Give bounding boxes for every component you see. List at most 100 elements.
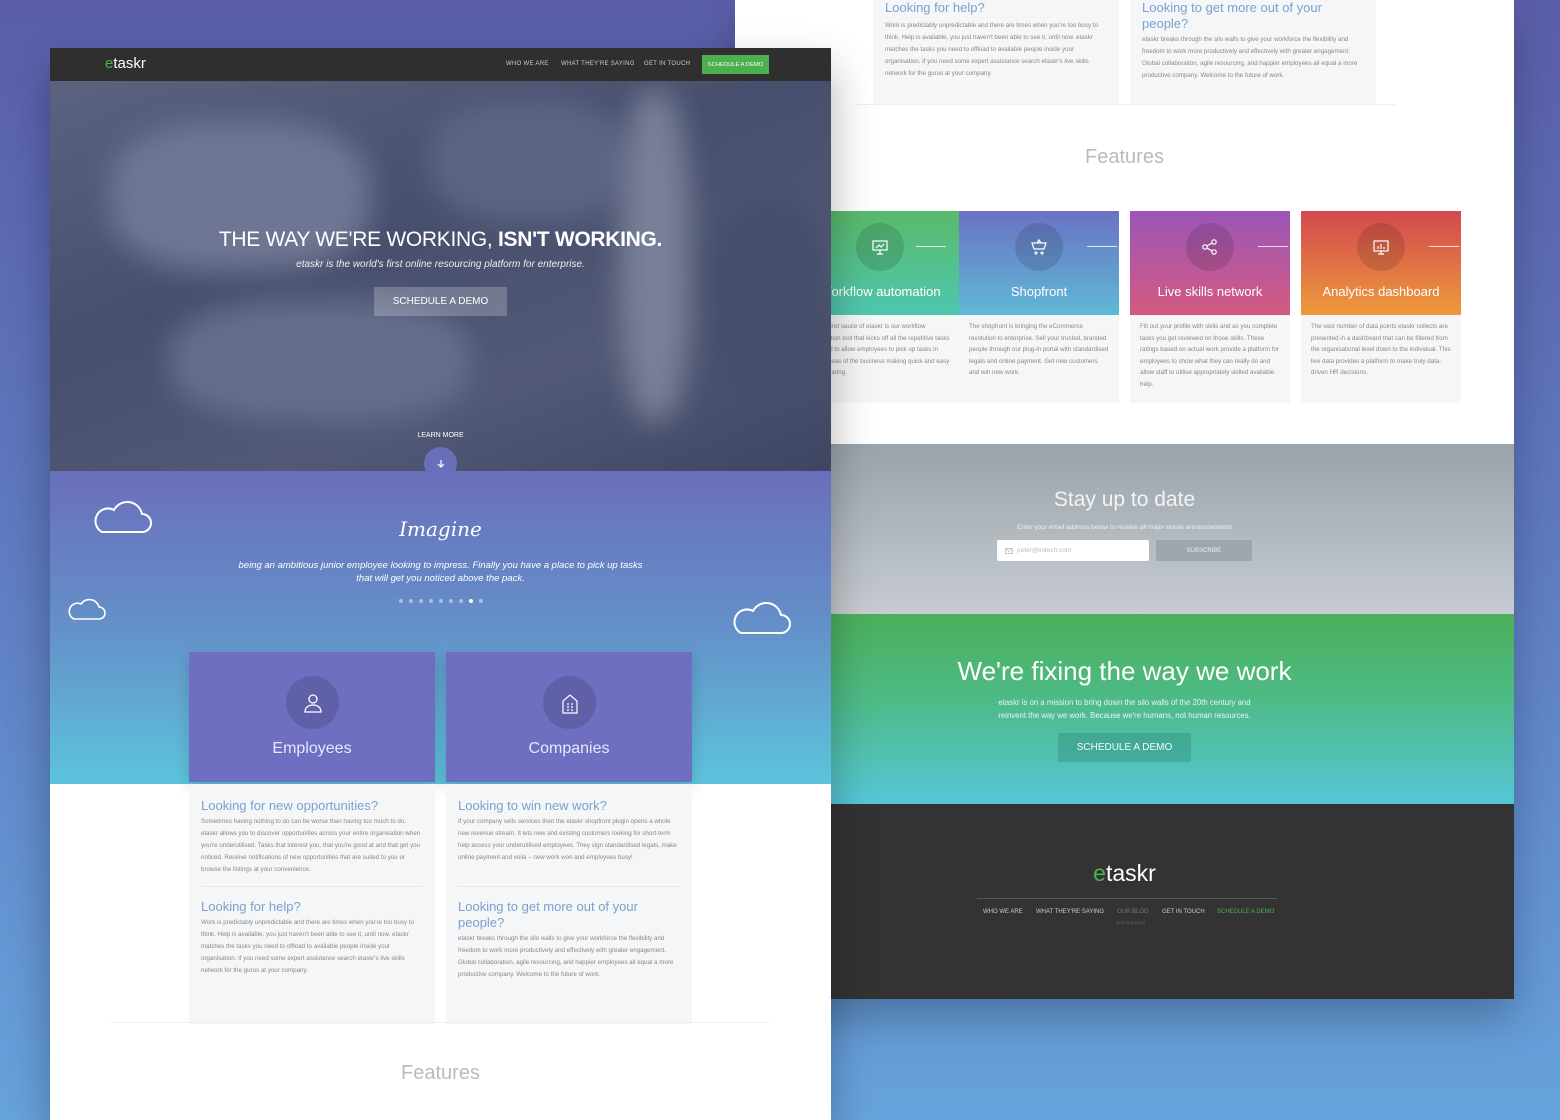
carousel-dot[interactable] — [408, 599, 413, 603]
logo-e: e — [1093, 860, 1106, 886]
mail-icon — [1005, 547, 1013, 554]
card-title: Companies — [528, 740, 610, 757]
people-title: Looking to get more out of your people? — [458, 899, 638, 930]
mission-title: We're fixing the way we work — [957, 656, 1292, 686]
scroll-down-button[interactable] — [424, 447, 457, 480]
opportunities-text: Sometimes having nothing to do can be wo… — [201, 818, 421, 873]
hero-section: THE WAY WE'RE WORKING, ISN'T WORKING. et… — [50, 81, 831, 471]
footer-link-demo[interactable]: SCHEDULE A DEMO — [1217, 909, 1274, 915]
hero-schedule-demo-button[interactable]: SCHEDULE A DEMO — [374, 287, 507, 316]
imagine-title: Imagine — [399, 517, 482, 541]
connector-line — [916, 246, 946, 247]
subscribe-button[interactable]: SUBSCRIBE — [1156, 540, 1252, 561]
divider — [201, 886, 423, 887]
chart-icon — [1357, 223, 1405, 271]
logo-text: taskr — [1105, 860, 1156, 886]
hero-title: THE WAY WE'RE WORKING, ISN'T WORKING. — [50, 228, 831, 252]
email-field[interactable]: peter@initech.com — [997, 540, 1149, 561]
carousel-dot[interactable] — [428, 599, 433, 603]
carousel-dot[interactable] — [478, 599, 483, 603]
right-page-mockup: Looking for help? Work is predictably un… — [735, 0, 1514, 999]
mission-demo-button[interactable]: SCHEDULE A DEMO — [1058, 733, 1191, 762]
learn-more-label[interactable]: LEARN MORE — [50, 432, 831, 439]
feature-name: Live skills network — [1157, 284, 1263, 299]
hero-title-light: THE WAY WE'RE WORKING, — [218, 228, 493, 251]
feature-card-skills[interactable]: Live skills network — [1130, 211, 1290, 315]
share-icon — [1186, 223, 1234, 271]
coming-soon-label: (Coming soon) — [1116, 920, 1146, 925]
hero-overlay — [50, 81, 831, 471]
help-title: Looking for help? — [885, 0, 985, 15]
features-heading: Features — [401, 1062, 480, 1084]
connector-line — [1258, 246, 1288, 247]
carousel-dot[interactable] — [418, 599, 423, 603]
carousel-dot[interactable] — [468, 599, 473, 603]
companies-card[interactable]: Companies — [446, 652, 692, 782]
mission-section: We're fixing the way we work etaskr is o… — [735, 614, 1514, 804]
logo-text: taskr — [113, 55, 146, 72]
newsletter-subtitle: Enter your email address below to receiv… — [1017, 524, 1232, 531]
connector-line — [1087, 246, 1117, 247]
win-work-title: Looking to win new work? — [458, 798, 607, 813]
building-icon — [543, 676, 596, 729]
card-notch — [560, 652, 578, 661]
people-text: etaskr breaks through the silo walls to … — [458, 935, 674, 978]
nav-get-in-touch[interactable]: GET IN TOUCH — [644, 61, 690, 67]
mission-line-2: reinvent the way we work. Because we're … — [998, 711, 1251, 720]
companies-column: Looking to win new work? If your company… — [446, 784, 692, 1024]
carousel-dot[interactable] — [458, 599, 463, 603]
nav-what-theyre-saying[interactable]: WHAT THEY'RE SAYING — [561, 61, 635, 67]
opportunities-title: Looking for new opportunities? — [201, 798, 379, 813]
win-work-text: If your company sells services then the … — [458, 818, 677, 861]
newsletter-title: Stay up to date — [1053, 488, 1196, 511]
user-icon — [286, 676, 339, 729]
carousel-dots — [50, 599, 831, 603]
divider — [458, 886, 680, 887]
footer-link-saying[interactable]: WHAT THEY'RE SAYING — [1036, 909, 1104, 915]
top-nav: etaskr WHO WE ARE WHAT THEY'RE SAYING GE… — [50, 48, 831, 81]
card-notch — [304, 652, 322, 661]
help-text: Work is predictably unpredictable and th… — [885, 22, 1098, 77]
footer-link-blog: OUR BLOG — [1117, 909, 1149, 915]
help-text: Work is predictably unpredictable and th… — [201, 919, 414, 974]
feature-card-analytics[interactable]: Analytics dashboard — [1301, 211, 1461, 315]
footer-logo[interactable]: etaskr — [735, 860, 1514, 887]
people-title: Looking to get more out of your people? — [1142, 0, 1322, 31]
footer-link-contact[interactable]: GET IN TOUCH — [1162, 909, 1205, 915]
imagine-line-1: being an ambitious junior employee looki… — [238, 560, 643, 571]
carousel-dot[interactable] — [398, 599, 403, 603]
footer: etaskr WHO WE ARE WHAT THEY'RE SAYING OU… — [735, 804, 1514, 999]
hero-title-bold: ISN'T WORKING. — [497, 228, 663, 251]
imagine-section: Imagine being an ambitious junior employ… — [50, 471, 831, 784]
imagine-line-2: that will get you noticed above the pack… — [356, 573, 525, 584]
carousel-dot[interactable] — [438, 599, 443, 603]
connector-line — [1429, 246, 1459, 247]
left-page-mockup: etaskr WHO WE ARE WHAT THEY'RE SAYING GE… — [50, 48, 831, 1120]
feature-desc: The shopfront is bringing the eCommerce … — [959, 315, 1119, 403]
email-placeholder: peter@initech.com — [1017, 547, 1072, 554]
help-column: Looking for help? Work is predictably un… — [873, 0, 1119, 104]
nav-schedule-demo-button[interactable]: SCHEDULE A DEMO — [702, 55, 769, 74]
carousel-dot[interactable] — [448, 599, 453, 603]
divider — [855, 104, 1395, 105]
presentation-icon — [856, 223, 904, 271]
hero-subtitle: etaskr is the world's first online resou… — [296, 259, 585, 270]
people-text: etaskr breaks through the silo walls to … — [1142, 36, 1358, 79]
nav-logo[interactable]: etaskr — [105, 55, 146, 72]
features-heading: Features — [1085, 146, 1164, 168]
people-column: Looking to get more out of your people? … — [1130, 0, 1376, 104]
employees-column: Looking for new opportunities? Sometimes… — [189, 784, 435, 1024]
employees-card[interactable]: Employees — [189, 652, 435, 782]
nav-who-we-are[interactable]: WHO WE ARE — [506, 61, 549, 67]
divider — [110, 1022, 770, 1023]
footer-divider — [977, 898, 1277, 899]
arrow-down-icon — [437, 459, 444, 468]
feature-desc: Fill out your profile with skills and as… — [1130, 315, 1290, 403]
feature-name: Shopfront — [1010, 284, 1068, 299]
feature-card-shopfront[interactable]: Shopfront — [959, 211, 1119, 315]
mission-line-1: etaskr is on a mission to bring down the… — [998, 698, 1251, 707]
card-title: Employees — [272, 740, 352, 757]
help-title: Looking for help? — [201, 899, 301, 914]
footer-link-who[interactable]: WHO WE ARE — [983, 909, 1023, 915]
newsletter-section: Stay up to date Enter your email address… — [735, 444, 1514, 614]
